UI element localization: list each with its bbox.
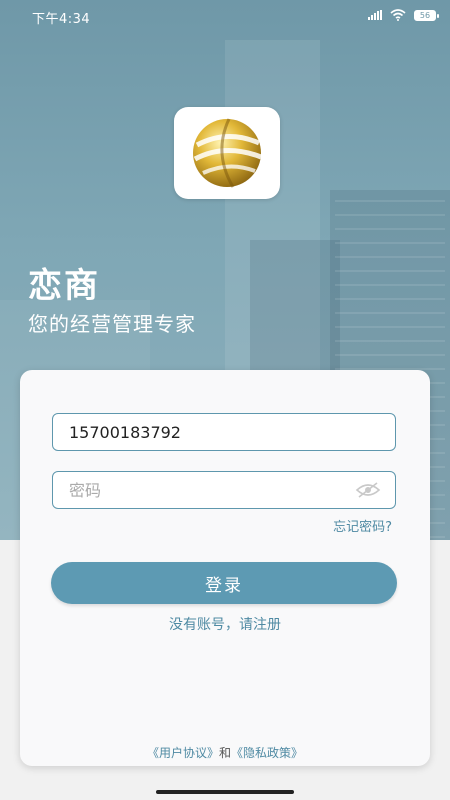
agreement-conjunction: 和 xyxy=(218,746,231,760)
phone-field[interactable] xyxy=(52,413,396,451)
agreement-text: 《用户协议》和《隐私政策》 xyxy=(20,744,430,761)
app-logo xyxy=(174,107,280,199)
forgot-password-link[interactable]: 忘记密码? xyxy=(333,516,392,535)
gold-globe-logo-icon xyxy=(193,118,262,188)
login-button[interactable]: 登录 xyxy=(51,562,397,604)
home-indicator[interactable] xyxy=(156,790,294,794)
register-link[interactable]: 没有账号，请注册 xyxy=(20,614,430,634)
status-icons: 56 xyxy=(368,9,439,21)
eye-slash-icon[interactable] xyxy=(355,482,381,502)
wifi-icon xyxy=(390,9,406,21)
status-time: 下午4:34 xyxy=(32,12,91,27)
app-title: 恋商 xyxy=(28,266,100,306)
password-input[interactable] xyxy=(67,479,381,501)
phone-input[interactable] xyxy=(67,421,381,443)
signal-icon xyxy=(368,10,382,20)
battery-icon: 56 xyxy=(414,9,439,21)
user-agreement-link[interactable]: 《用户协议》 xyxy=(147,746,219,760)
password-field[interactable] xyxy=(52,471,396,509)
login-card: 忘记密码? 登录 没有账号，请注册 《用户协议》和《隐私政策》 xyxy=(20,370,430,766)
app-slogan: 您的经营管理专家 xyxy=(28,312,196,336)
status-bar: 下午4:34 56 xyxy=(0,0,450,32)
privacy-policy-link[interactable]: 《隐私政策》 xyxy=(231,746,303,760)
